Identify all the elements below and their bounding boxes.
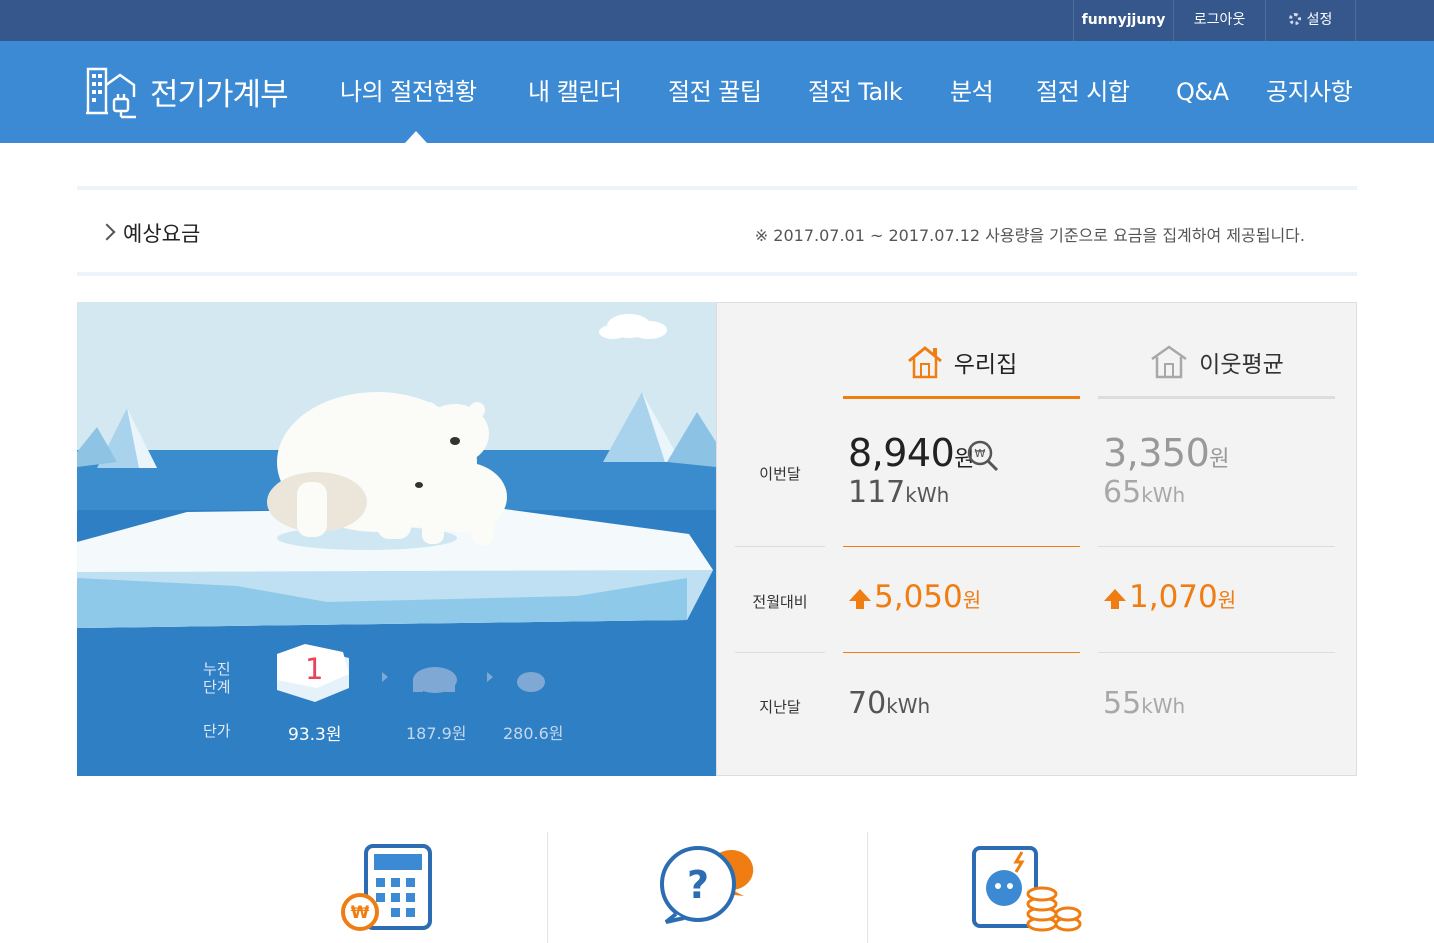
row-divider	[1098, 546, 1335, 547]
question-chat-icon[interactable]: ?	[656, 844, 760, 928]
neighbor-this-month-won-value: 3,350	[1103, 431, 1210, 475]
row-divider	[843, 546, 1080, 547]
nav-item-contest[interactable]: 절전 시합	[1036, 41, 1130, 143]
tier-label: 누진 단계	[203, 660, 231, 696]
tier3-price: 280.6원	[503, 724, 564, 743]
calculator-won-icon[interactable]: ₩	[340, 844, 434, 934]
nav-item-my-status[interactable]: 나의 절전현황	[340, 41, 477, 143]
comparison-panel: 우리집 이웃평균 이번달 8,940원 ₩ 117kWh 3,350원 65kW…	[716, 302, 1357, 776]
main-nav: 전기가계부 나의 절전현황 내 캘린더 절전 꿀팁 절전 Talk 분석 절전 …	[0, 41, 1434, 143]
section-header: 예상요금 ※ 2017.07.01 ~ 2017.07.12 사용량을 기준으로…	[77, 186, 1357, 276]
top-utility-bar: funnyjjuny 님 로그아웃 설정	[0, 0, 1434, 69]
tier-label-line1: 누진	[203, 660, 231, 678]
neighbor-house-icon	[1151, 344, 1187, 378]
kwh-unit: kWh	[1141, 483, 1186, 507]
price-label: 단가	[203, 722, 231, 740]
won-unit: 원	[1209, 447, 1230, 472]
user-greeting: funnyjjuny 님	[1073, 0, 1173, 69]
row-divider	[735, 546, 825, 547]
tier2-price: 187.9원	[406, 724, 467, 743]
building-plug-icon	[86, 67, 136, 119]
arctic-scene	[77, 302, 716, 776]
outlet-coins-icon[interactable]	[970, 844, 1086, 934]
row-divider	[735, 652, 825, 653]
nav-item-analysis[interactable]: 분석	[950, 41, 994, 143]
row-divider	[843, 652, 1080, 653]
logout-link[interactable]: 로그아웃	[1173, 0, 1265, 41]
kwh-unit: kWh	[1141, 694, 1186, 718]
tab-our-home[interactable]: 우리집	[843, 327, 1080, 399]
our-this-month-won: 8,940원	[848, 431, 975, 475]
neighbor-last-month-kwh: 55kWh	[1103, 686, 1185, 721]
arrow-up-icon	[849, 589, 871, 609]
house-icon	[907, 345, 942, 378]
tier-label-line2: 단계	[203, 678, 231, 696]
logo-text: 전기가계부	[150, 76, 289, 113]
won-unit: 원	[962, 588, 982, 612]
neighbor-this-month-kwh: 65kWh	[1103, 475, 1185, 510]
nav-item-tips[interactable]: 절전 꿀팁	[668, 41, 762, 143]
neighbor-last-month-kwh-value: 55	[1103, 686, 1142, 721]
bottom-divider	[547, 832, 548, 943]
tab-neighbor-average[interactable]: 이웃평균	[1098, 327, 1335, 399]
kwh-unit: kWh	[905, 483, 950, 507]
logo[interactable]: 전기가계부	[84, 63, 289, 119]
won-search-icon[interactable]: ₩	[967, 440, 999, 472]
polar-bear-illustration: 누진 단계 단가 1 93.3원 187.9원 280.6원	[77, 302, 716, 776]
settings-label: 설정	[1306, 12, 1333, 28]
tier1-price: 93.3원	[288, 725, 342, 745]
our-this-month-kwh-value: 117	[848, 475, 906, 510]
our-this-month-kwh: 117kWh	[848, 475, 949, 510]
svg-text:₩: ₩	[975, 447, 986, 460]
row-divider	[1098, 652, 1335, 653]
kwh-unit: kWh	[886, 694, 931, 718]
nav-item-qna[interactable]: Q&A	[1176, 41, 1229, 143]
nav-item-talk[interactable]: 절전 Talk	[808, 41, 903, 143]
our-this-month-won-value: 8,940	[848, 431, 955, 475]
current-tier-number: 1	[305, 652, 324, 686]
neighbor-change-won-value: 1,070	[1129, 579, 1218, 615]
row-label-last-month: 지난달	[759, 698, 801, 716]
nav-item-calendar[interactable]: 내 캘린더	[528, 41, 622, 143]
svg-text:₩: ₩	[351, 903, 370, 923]
neighbor-this-month-kwh-value: 65	[1103, 475, 1142, 510]
neighbor-this-month-won: 3,350원	[1103, 431, 1230, 475]
tab-neighbor-label: 이웃평균	[1199, 351, 1284, 378]
svg-text:?: ?	[687, 863, 709, 907]
gear-icon	[1288, 13, 1301, 25]
row-label-this-month: 이번달	[759, 465, 801, 483]
our-last-month-kwh-value: 70	[848, 686, 887, 721]
username: funnyjjuny	[1081, 12, 1166, 28]
tab-our-home-label: 우리집	[953, 351, 1018, 378]
nav-item-notice[interactable]: 공지사항	[1266, 41, 1353, 143]
won-unit: 원	[1217, 588, 1237, 612]
arrow-up-icon	[1104, 589, 1126, 609]
settings-link[interactable]: 설정	[1265, 0, 1356, 41]
section-title: 예상요금	[123, 222, 201, 246]
our-last-month-kwh: 70kWh	[848, 686, 930, 721]
chevron-right-icon	[98, 223, 116, 241]
active-nav-indicator	[405, 131, 427, 143]
our-change-won-value: 5,050	[874, 579, 963, 615]
neighbor-change-won: 1,070원	[1104, 579, 1236, 615]
period-note: ※ 2017.07.01 ~ 2017.07.12 사용량을 기준으로 요금을 …	[754, 226, 1305, 245]
row-label-change: 전월대비	[752, 593, 808, 611]
our-change-won: 5,050원	[849, 579, 981, 615]
bottom-divider	[867, 832, 868, 943]
